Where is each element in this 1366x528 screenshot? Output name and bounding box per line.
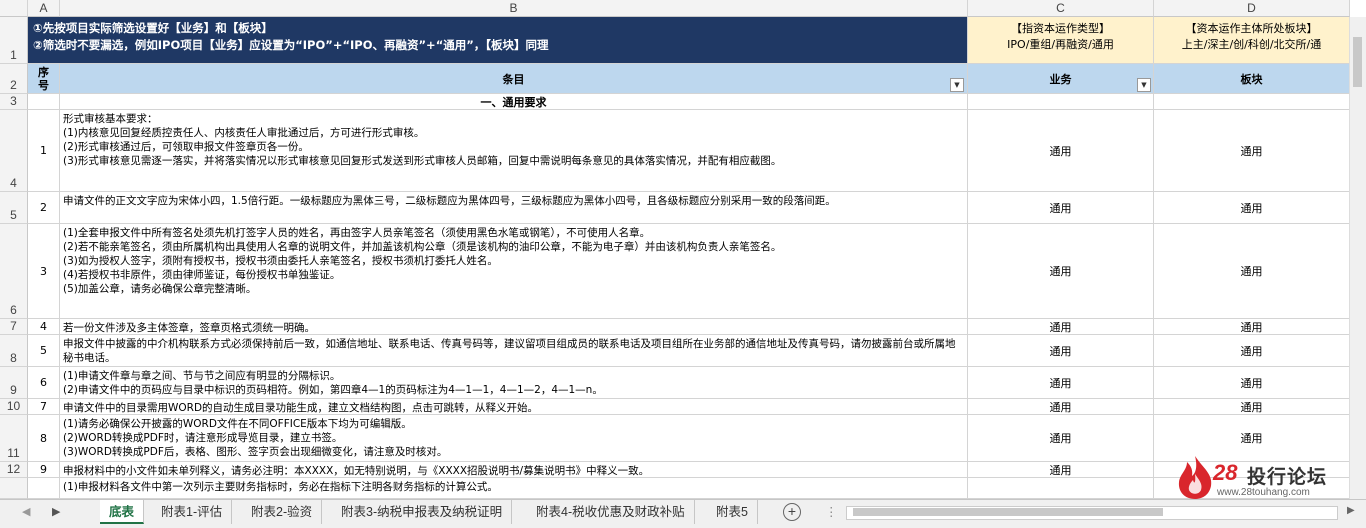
business-hint-title: 【指资本运作类型】: [1011, 22, 1110, 35]
section-title[interactable]: 一、通用要求: [60, 94, 968, 110]
item-header-label: 条目: [502, 72, 525, 86]
row-sector-value[interactable]: 通用: [1154, 367, 1350, 399]
horizontal-scroll-thumb[interactable]: [853, 508, 1163, 516]
row-seq-number[interactable]: 4: [28, 319, 60, 335]
add-sheet-button[interactable]: +: [783, 503, 801, 521]
row-seq-number[interactable]: 1: [28, 110, 60, 192]
section-sector-cell[interactable]: [1154, 94, 1350, 110]
item-header[interactable]: 条目: [60, 64, 968, 94]
row-header-4[interactable]: 4: [0, 110, 28, 192]
sector-header[interactable]: 板块: [1154, 64, 1350, 94]
row-item-text[interactable]: 申请文件的正文文字应为宋体小四，1.5倍行距。一级标题应为黑体三号，二级标题应为…: [60, 192, 968, 224]
row-header-3[interactable]: 3: [0, 94, 28, 110]
watermark-url: www.28touhang.com: [1217, 487, 1310, 498]
row-sector-value[interactable]: 通用: [1154, 192, 1350, 224]
row-header-5[interactable]: 5: [0, 192, 28, 224]
row-sector-value[interactable]: 通用: [1154, 224, 1350, 319]
row-business-value[interactable]: 通用: [968, 415, 1154, 462]
row-header-9[interactable]: 9: [0, 367, 28, 399]
business-header[interactable]: 业务: [968, 64, 1154, 94]
section-business-cell[interactable]: [968, 94, 1154, 110]
row-business-value[interactable]: [968, 478, 1154, 499]
row-item-text[interactable]: (1)全套申报文件中所有签名处须先机打签字人员的姓名，再由签字人员亲笔签名（须使…: [60, 224, 968, 319]
row-seq-number[interactable]: 6: [28, 367, 60, 399]
row-seq-number[interactable]: 8: [28, 415, 60, 462]
sheet-tab-bar: ◀ ▶ 底表 附表1-评估 附表2-验资 附表3-纳税申报表及纳税证明 附表4-…: [0, 499, 1366, 528]
row-header-10[interactable]: 10: [0, 399, 28, 415]
section-seq-cell[interactable]: [28, 94, 60, 110]
row-item-text[interactable]: 申报文件中披露的中介机构联系方式必须保持前后一致，如通信地址、联系电话、传真号码…: [60, 335, 968, 367]
row-business-value[interactable]: 通用: [968, 319, 1154, 335]
tab-appendix-1[interactable]: 附表1-评估: [152, 500, 233, 524]
scroll-right-icon[interactable]: ▶: [1347, 505, 1355, 516]
business-hint-cell[interactable]: 【指资本运作类型】 IPO/重组/再融资/通用: [968, 17, 1154, 64]
scroll-tabs-right-icon[interactable]: ▶: [52, 505, 60, 518]
tab-base[interactable]: 底表: [100, 500, 145, 524]
row-seq-number[interactable]: 9: [28, 462, 60, 478]
row-sector-value[interactable]: 通用: [1154, 399, 1350, 415]
seq-header[interactable]: 序 号: [28, 64, 60, 94]
row-business-value[interactable]: 通用: [968, 192, 1154, 224]
watermark-title: 投行论坛: [1247, 466, 1328, 488]
tab-split-handle[interactable]: ⋮: [825, 504, 838, 519]
row-seq-number[interactable]: 3: [28, 224, 60, 319]
row-header-1[interactable]: 1: [0, 17, 28, 64]
row-header-13[interactable]: [0, 478, 28, 499]
instruction-line-1: ①先按项目实际筛选设置好【业务】和【板块】: [33, 21, 273, 35]
column-header-c[interactable]: C: [968, 0, 1154, 17]
instructions-cell[interactable]: ①先按项目实际筛选设置好【业务】和【板块】 ②筛选时不要漏选，例如IPO项目【业…: [28, 17, 968, 64]
vertical-scrollbar[interactable]: [1349, 17, 1366, 499]
sector-hint-title: 【资本运作主体所处板块】: [1185, 22, 1318, 35]
business-filter-active-icon[interactable]: ▼: [1137, 78, 1151, 92]
tab-appendix-3[interactable]: 附表3-纳税申报表及纳税证明: [332, 500, 513, 524]
horizontal-scrollbar[interactable]: [846, 506, 1338, 520]
business-hint-options: IPO/重组/再融资/通用: [1007, 38, 1114, 51]
tab-appendix-2[interactable]: 附表2-验资: [242, 500, 323, 524]
vertical-scroll-thumb[interactable]: [1353, 37, 1362, 87]
row-header-8[interactable]: 8: [0, 335, 28, 367]
column-header-a[interactable]: A: [28, 0, 60, 17]
sector-hint-cell[interactable]: 【资本运作主体所处板块】 上主/深主/创/科创/北交所/通: [1154, 17, 1350, 64]
instruction-line-2: ②筛选时不要漏选，例如IPO项目【业务】应设置为“IPO”+“IPO、再融资”+…: [33, 38, 549, 52]
row-header-7[interactable]: 7: [0, 319, 28, 335]
row-business-value[interactable]: 通用: [968, 224, 1154, 319]
sector-hint-options: 上主/深主/创/科创/北交所/通: [1181, 38, 1322, 51]
item-filter-dropdown-icon[interactable]: ▼: [950, 78, 964, 92]
row-item-text[interactable]: 若一份文件涉及多主体签章，签章页格式须统一明确。: [60, 319, 968, 335]
row-business-value[interactable]: 通用: [968, 399, 1154, 415]
tab-appendix-5[interactable]: 附表5: [707, 500, 758, 524]
row-item-text[interactable]: 形式审核基本要求： (1)内核意见回复经质控责任人、内核责任人审批通过后，方可进…: [60, 110, 968, 192]
scroll-tabs-left-icon[interactable]: ◀: [22, 505, 30, 518]
row-business-value[interactable]: 通用: [968, 110, 1154, 192]
row-item-text[interactable]: 申报材料中的小文件如未单列释义，请务必注明：本XXXX，如无特别说明，与《XXX…: [60, 462, 968, 478]
row-sector-value[interactable]: 通用: [1154, 319, 1350, 335]
row-sector-value[interactable]: 通用: [1154, 110, 1350, 192]
row-business-value[interactable]: 通用: [968, 335, 1154, 367]
row-sector-value[interactable]: 通用: [1154, 335, 1350, 367]
row-seq-number[interactable]: 5: [28, 335, 60, 367]
select-all-corner[interactable]: [0, 0, 28, 17]
row-business-value[interactable]: 通用: [968, 367, 1154, 399]
row-business-value[interactable]: 通用: [968, 462, 1154, 478]
row-item-text[interactable]: (1)申请文件章与章之间、节与节之间应有明显的分隔标识。 (2)申请文件中的页码…: [60, 367, 968, 399]
watermark-brand-number: 28: [1213, 460, 1238, 485]
tab-appendix-4[interactable]: 附表4-税收优惠及财政补贴: [527, 500, 695, 524]
row-seq-number[interactable]: 7: [28, 399, 60, 415]
row-header-2[interactable]: 2: [0, 64, 28, 94]
flame-logo-icon: [1178, 456, 1212, 499]
column-header-b[interactable]: B: [60, 0, 968, 17]
row-item-text[interactable]: 申请文件中的目录需用WORD的自动生成目录功能生成，建立文档结构图，点击可跳转，…: [60, 399, 968, 415]
row-seq-number[interactable]: 2: [28, 192, 60, 224]
sector-header-label: 板块: [1240, 72, 1263, 86]
business-header-label: 业务: [1049, 72, 1072, 86]
watermark-logo: 28 投行论坛 www.28touhang.com: [1173, 454, 1363, 500]
row-header-12[interactable]: 12: [0, 462, 28, 478]
column-header-d[interactable]: D: [1154, 0, 1350, 17]
row-item-text[interactable]: (1)请务必确保公开披露的WORD文件在不同OFFICE版本下均为可编辑版。 (…: [60, 415, 968, 462]
row-header-11[interactable]: 11: [0, 415, 28, 462]
row-seq-number[interactable]: [28, 478, 60, 499]
row-header-6[interactable]: 6: [0, 224, 28, 319]
row-item-text[interactable]: (1)申报材料各文件中第一次列示主要财务指标时，务必在指标下注明各财务指标的计算…: [60, 478, 968, 499]
